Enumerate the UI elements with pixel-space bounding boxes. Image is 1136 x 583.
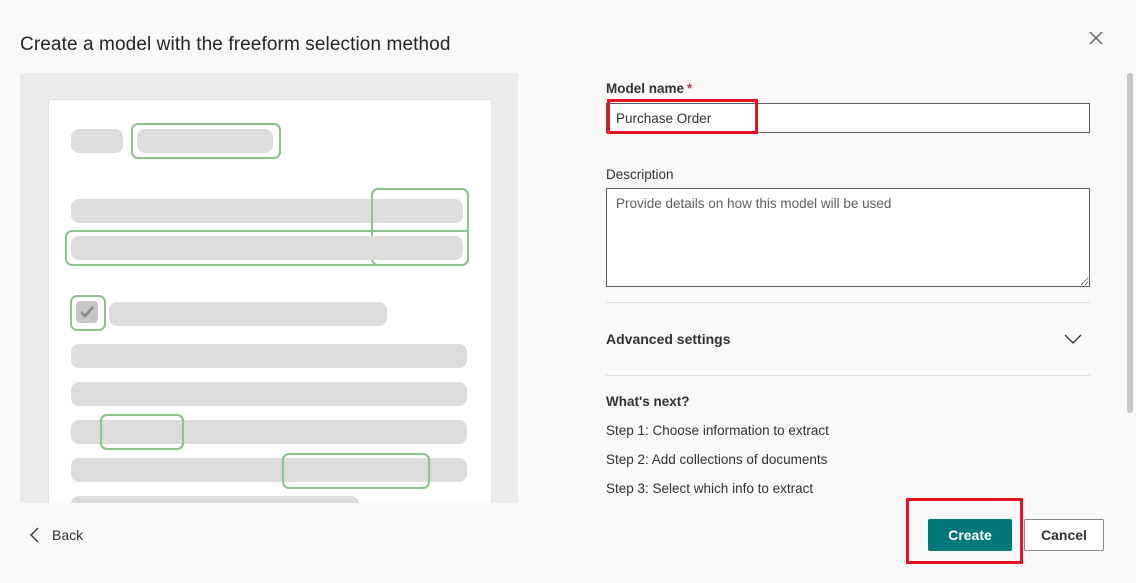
required-indicator: * <box>687 81 693 96</box>
selection-box <box>70 295 106 331</box>
cancel-button[interactable]: Cancel <box>1024 519 1104 551</box>
selection-box <box>100 414 184 450</box>
selection-box <box>282 453 430 489</box>
placeholder-bar <box>109 302 387 326</box>
dialog-title: Create a model with the freeform selecti… <box>20 34 451 55</box>
advanced-settings-toggle[interactable]: Advanced settings <box>606 318 1090 360</box>
placeholder-bar <box>71 129 123 153</box>
divider <box>606 375 1090 376</box>
close-button[interactable] <box>1084 26 1108 50</box>
advanced-settings-label: Advanced settings <box>606 331 731 347</box>
close-icon <box>1089 31 1103 45</box>
model-name-input[interactable] <box>606 103 1090 133</box>
scrollbar[interactable] <box>1124 73 1136 493</box>
create-button[interactable]: Create <box>928 519 1012 551</box>
back-button[interactable]: Back <box>30 524 83 546</box>
scrollbar-thumb[interactable] <box>1127 73 1133 413</box>
step-item: Step 1: Choose information to extract <box>606 423 829 438</box>
document-preview <box>48 99 492 503</box>
back-label: Back <box>52 527 84 543</box>
step-item: Step 2: Add collections of documents <box>606 452 828 467</box>
chevron-left-icon <box>30 527 39 543</box>
placeholder-bar <box>71 382 467 406</box>
freeform-illustration <box>20 73 518 503</box>
model-name-label: Model name * <box>606 81 692 96</box>
placeholder-bar <box>71 344 467 368</box>
description-label: Description <box>606 167 674 182</box>
selection-box <box>65 230 469 266</box>
whats-next-title: What's next? <box>606 394 690 409</box>
placeholder-bar <box>71 496 359 503</box>
description-input[interactable] <box>606 188 1090 287</box>
selection-box <box>131 123 281 159</box>
chevron-down-icon <box>1064 334 1082 344</box>
step-item: Step 3: Select which info to extract <box>606 481 814 496</box>
divider <box>606 302 1090 303</box>
create-model-dialog: Create a model with the freeform selecti… <box>0 0 1136 583</box>
model-name-label-text: Model name <box>606 81 685 96</box>
